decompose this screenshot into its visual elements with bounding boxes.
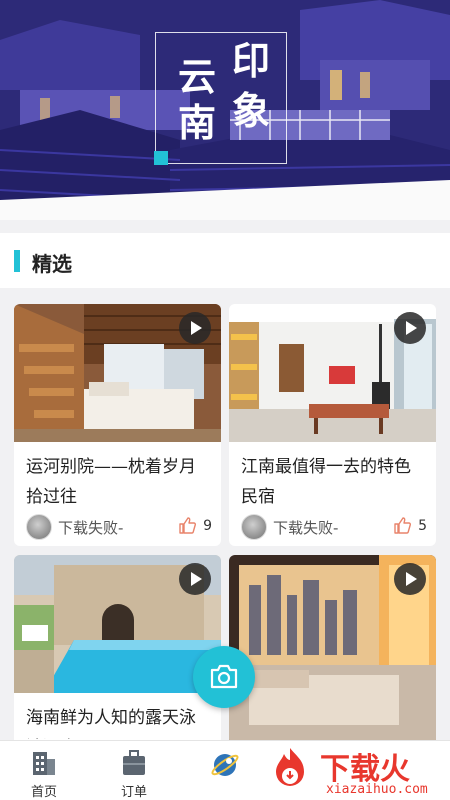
building-icon [33, 752, 55, 775]
card-1[interactable]: 运河别院——枕着岁月拾过往 下载失败- 9 [14, 304, 221, 546]
planet-icon [211, 754, 239, 776]
tab-orders-label: 订单 [120, 785, 147, 800]
section-accent-bar [14, 250, 20, 272]
tab-discover[interactable] [194, 747, 254, 797]
section-title: 精选 [32, 252, 72, 276]
banner-title-char-1: 云 [178, 54, 217, 99]
card-2-meta: 下载失败- 5 [241, 514, 427, 542]
card-4[interactable] [229, 555, 436, 745]
card-1-thumbs-up-icon[interactable] [178, 516, 196, 534]
card-2-thumbs-up-icon[interactable] [393, 516, 411, 534]
banner-title-char-4: 象 [232, 88, 271, 133]
card-3-photo [14, 555, 221, 693]
card-4-play-icon[interactable] [394, 563, 426, 595]
flame-logo-icon [276, 748, 304, 786]
banner-title-char-2: 南 [178, 100, 217, 145]
hero-banner[interactable]: 云 南 印 象 [0, 0, 450, 220]
card-2-title: 江南最值得一去的特色民宿 [241, 457, 411, 507]
card-1-like-count: 9 [203, 518, 212, 534]
card-2-play-icon[interactable] [394, 312, 426, 344]
title-accent-square [154, 151, 168, 165]
tab-home-label: 首页 [30, 785, 57, 800]
card-3-play-icon[interactable] [179, 563, 211, 595]
card-2-author: 下载失败- [273, 519, 339, 537]
camera-button[interactable] [193, 646, 255, 708]
card-2-avatar[interactable] [241, 514, 267, 540]
card-2-like-count: 5 [418, 518, 427, 534]
card-4-photo [229, 555, 436, 745]
section-header-featured: 精选 [0, 233, 450, 288]
tab-orders[interactable]: 订单 [104, 747, 164, 800]
camera-icon [210, 664, 238, 689]
card-1-photo [14, 304, 221, 442]
card-2-photo [229, 304, 436, 442]
watermark-logo: 下载火 xiazaihuo.com [262, 742, 450, 800]
briefcase-icon [123, 750, 145, 775]
watermark-domain: xiazaihuo.com [326, 782, 428, 797]
card-2[interactable]: 江南最值得一去的特色民宿 下载失败- 5 [229, 304, 436, 546]
card-1-author: 下载失败- [58, 519, 124, 537]
card-1-play-icon[interactable] [179, 312, 211, 344]
card-1-title: 运河别院——枕着岁月拾过往 [26, 457, 196, 507]
banner-title-char-3: 印 [232, 38, 271, 83]
card-3[interactable]: 海南鲜为人知的露天泳池酒店 [14, 555, 221, 745]
tab-home[interactable]: 首页 [14, 747, 74, 800]
card-1-meta: 下载失败- 9 [26, 514, 212, 542]
card-3-title: 海南鲜为人知的露天泳池酒店 [26, 708, 196, 739]
card-1-avatar[interactable] [26, 514, 52, 540]
